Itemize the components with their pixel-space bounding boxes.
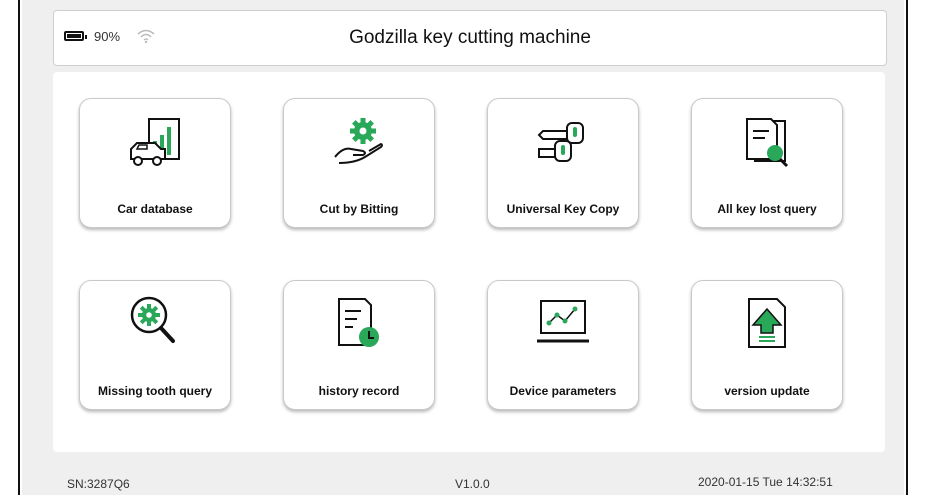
serial-number: SN:3287Q6 [67, 477, 130, 491]
screen: 90% Godzilla key cutting machine Car dat… [22, 0, 904, 495]
tile-all-key-lost-query[interactable]: All key lost query [691, 98, 843, 228]
tile-label: Universal Key Copy [506, 202, 620, 216]
status-footer: SN:3287Q6 V1.0.0 2020-01-15 Tue 14:32:51 [22, 466, 904, 495]
tile-cut-by-bitting[interactable]: Cut by Bitting [283, 98, 435, 228]
tile-label: Car database [117, 202, 193, 216]
tile-label: Device parameters [509, 384, 617, 398]
tile-label: history record [318, 384, 400, 398]
history-document-icon [338, 298, 379, 347]
device-frame-left [18, 0, 20, 495]
device-frame-right [906, 0, 908, 495]
header-bar: 90% Godzilla key cutting machine [53, 10, 887, 66]
tile-history-record[interactable]: history record [283, 280, 435, 410]
upload-arrow-icon [748, 298, 786, 348]
menu-panel: Car database Cut by Bitting Universal Ke… [53, 72, 885, 452]
version-label: V1.0.0 [455, 477, 490, 491]
gear-hand-icon [334, 118, 383, 164]
document-search-icon [746, 118, 789, 168]
tile-label: All key lost query [717, 202, 817, 216]
date-time: 2020-01-15 Tue 14:32:51 [698, 475, 833, 489]
tile-label: Cut by Bitting [319, 202, 399, 216]
tile-missing-tooth-query[interactable]: Missing tooth query [79, 280, 231, 410]
monitor-chart-icon [537, 300, 589, 343]
car-database-icon [130, 118, 180, 166]
tile-device-parameters[interactable]: Device parameters [487, 280, 639, 410]
gear-search-icon [130, 296, 175, 343]
key-copy-icon [537, 122, 584, 162]
tile-car-database[interactable]: Car database [79, 98, 231, 228]
tile-universal-key-copy[interactable]: Universal Key Copy [487, 98, 639, 228]
page-title: Godzilla key cutting machine [349, 27, 591, 48]
tile-label: version update [724, 384, 810, 398]
tile-label: Missing tooth query [98, 384, 212, 398]
tile-version-update[interactable]: version update [691, 280, 843, 410]
